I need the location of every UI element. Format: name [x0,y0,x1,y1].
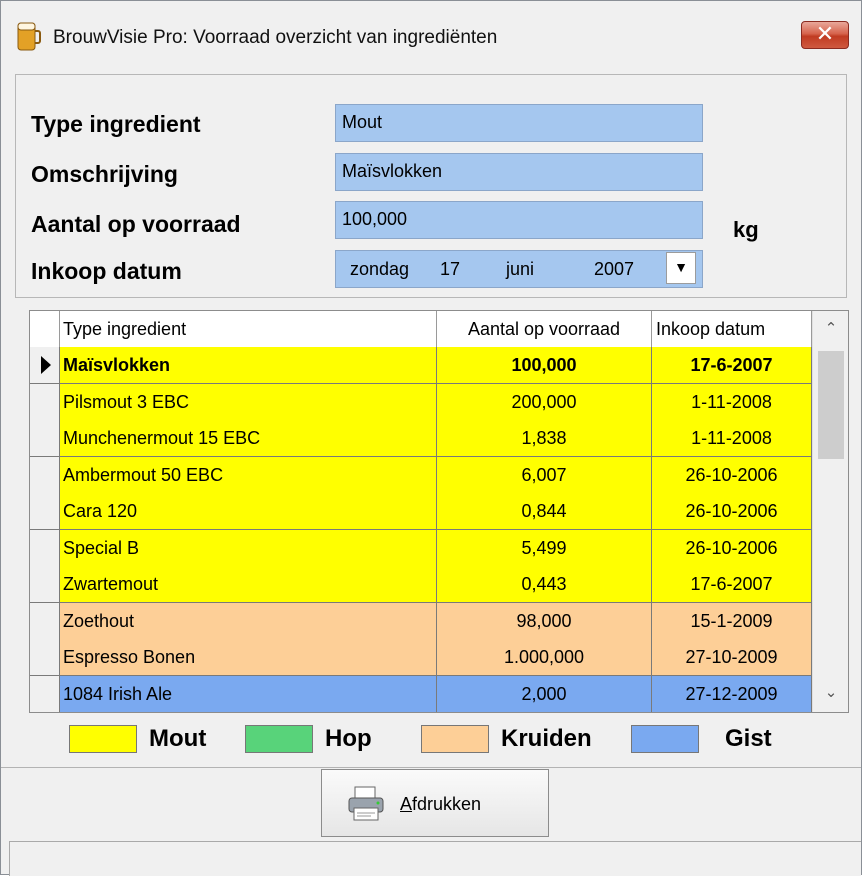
quantity-field[interactable]: 100,000 [335,201,703,239]
column-header-quantity[interactable]: Aantal op voorraad [437,311,652,347]
row-date-cell[interactable]: 1-11-2008 [652,383,812,421]
row-quantity-cell[interactable]: 200,000 [437,383,652,421]
table-row[interactable]: Espresso Bonen 1.000,000 27-10-2009 [30,639,812,676]
legend-swatch-kruiden [421,725,489,753]
row-quantity-cell[interactable]: 98,000 [437,602,652,640]
type-label: Type ingredient [31,111,201,137]
description-field[interactable]: Maïsvlokken [335,153,703,191]
legend-swatch-mout [69,725,137,753]
table-row[interactable]: Zoethout 98,000 15-1-2009 [30,602,812,640]
legend-swatch-hop [245,725,313,753]
close-icon: ✕ [815,22,835,47]
date-year: 2007 [594,259,635,279]
table-row[interactable]: Ambermout 50 EBC 6,007 26-10-2006 [30,456,812,494]
legend-label-mout: Mout [149,725,207,752]
date-month: juni [506,259,535,279]
row-name-cell[interactable]: Ambermout 50 EBC [60,456,437,494]
row-indicator[interactable] [30,639,60,676]
grid-header: Type ingredient Aantal op voorraad Inkoo… [30,311,812,348]
table-row[interactable]: Special B 5,499 26-10-2006 [30,529,812,567]
row-indicator[interactable] [30,420,60,457]
vertical-scrollbar[interactable]: ⌃ ⌄ [812,311,848,712]
date-dropdown-button[interactable]: ▼ [666,252,696,284]
row-date-cell[interactable]: 27-12-2009 [652,675,812,712]
row-date-cell[interactable]: 26-10-2006 [652,529,812,567]
row-name-cell[interactable]: Special B [60,529,437,567]
table-row[interactable]: Munchenermout 15 EBC 1,838 1-11-2008 [30,420,812,457]
inventory-window: BrouwVisie Pro: Voorraad overzicht van i… [0,0,862,876]
printer-icon [348,786,384,821]
beer-glass-icon [17,22,41,51]
row-indicator[interactable] [30,529,60,567]
close-button[interactable]: ✕ [801,21,849,49]
row-date-cell[interactable]: 17-6-2007 [652,566,812,603]
row-indicator[interactable] [30,347,60,384]
quantity-label: Aantal op voorraad [31,211,241,237]
row-indicator[interactable] [30,493,60,530]
row-name-cell[interactable]: 1084 Irish Ale [60,675,437,712]
scroll-up-icon[interactable]: ⌃ [813,319,848,337]
row-quantity-cell[interactable]: 0,443 [437,566,652,603]
row-name-cell[interactable]: Cara 120 [60,493,437,530]
window-title: BrouwVisie Pro: Voorraad overzicht van i… [53,27,498,48]
table-row[interactable]: Zwartemout 0,443 17-6-2007 [30,566,812,603]
row-date-cell[interactable]: 15-1-2009 [652,602,812,640]
scroll-down-icon[interactable]: ⌄ [813,683,848,701]
title-bar: BrouwVisie Pro: Voorraad overzicht van i… [1,1,861,73]
date-day: 17 [440,259,461,279]
scroll-thumb[interactable] [818,351,844,459]
print-button[interactable]: Afdrukken [321,769,549,837]
inventory-grid: Type ingredient Aantal op voorraad Inkoo… [29,310,849,713]
row-indicator[interactable] [30,675,60,712]
type-field[interactable]: Mout [335,104,703,142]
legend-swatch-gist [631,725,699,753]
row-date-cell[interactable]: 1-11-2008 [652,420,812,457]
category-legend: Mout Hop Kruiden Gist [69,723,789,759]
row-indicator[interactable] [30,456,60,494]
divider [1,767,861,768]
legend-label-gist: Gist [725,725,772,752]
row-quantity-cell[interactable]: 2,000 [437,675,652,712]
column-header-date[interactable]: Inkoop datum [652,311,812,347]
row-quantity-cell[interactable]: 6,007 [437,456,652,494]
purchase-date-label: Inkoop datum [31,258,182,284]
column-header-type[interactable]: Type ingredient [60,311,437,347]
row-quantity-cell[interactable]: 1,838 [437,420,652,457]
chevron-down-icon: ▼ [674,259,688,275]
row-date-cell[interactable]: 27-10-2009 [652,639,812,676]
row-name-cell[interactable]: Maïsvlokken [60,347,437,384]
quantity-unit: kg [733,217,759,242]
print-button-label: Afdrukken [400,794,482,814]
row-name-cell[interactable]: Zoethout [60,602,437,640]
header-indicator-cell [30,311,60,347]
row-date-cell[interactable]: 17-6-2007 [652,347,812,384]
table-row[interactable]: Cara 120 0,844 26-10-2006 [30,493,812,530]
row-date-cell[interactable]: 26-10-2006 [652,493,812,530]
row-name-cell[interactable]: Zwartemout [60,566,437,603]
table-row[interactable]: Pilsmout 3 EBC 200,000 1-11-2008 [30,383,812,421]
legend-label-hop: Hop [325,725,372,752]
date-weekday: zondag [350,259,410,279]
legend-label-kruiden: Kruiden [501,725,592,752]
row-quantity-cell[interactable]: 100,000 [437,347,652,384]
current-row-arrow-icon [41,356,51,374]
description-label: Omschrijving [31,161,178,187]
row-indicator[interactable] [30,602,60,640]
row-name-cell[interactable]: Pilsmout 3 EBC [60,383,437,421]
status-bar [9,841,861,876]
table-row[interactable]: 1084 Irish Ale 2,000 27-12-2009 [30,675,812,712]
purchase-date-picker[interactable]: zondag 17 juni 2007 [335,250,703,288]
row-name-cell[interactable]: Espresso Bonen [60,639,437,676]
row-name-cell[interactable]: Munchenermout 15 EBC [60,420,437,457]
row-quantity-cell[interactable]: 5,499 [437,529,652,567]
row-date-cell[interactable]: 26-10-2006 [652,456,812,494]
table-row[interactable]: Maïsvlokken 100,000 17-6-2007 [30,347,812,384]
row-quantity-cell[interactable]: 1.000,000 [437,639,652,676]
row-indicator[interactable] [30,383,60,421]
row-indicator[interactable] [30,566,60,603]
row-quantity-cell[interactable]: 0,844 [437,493,652,530]
